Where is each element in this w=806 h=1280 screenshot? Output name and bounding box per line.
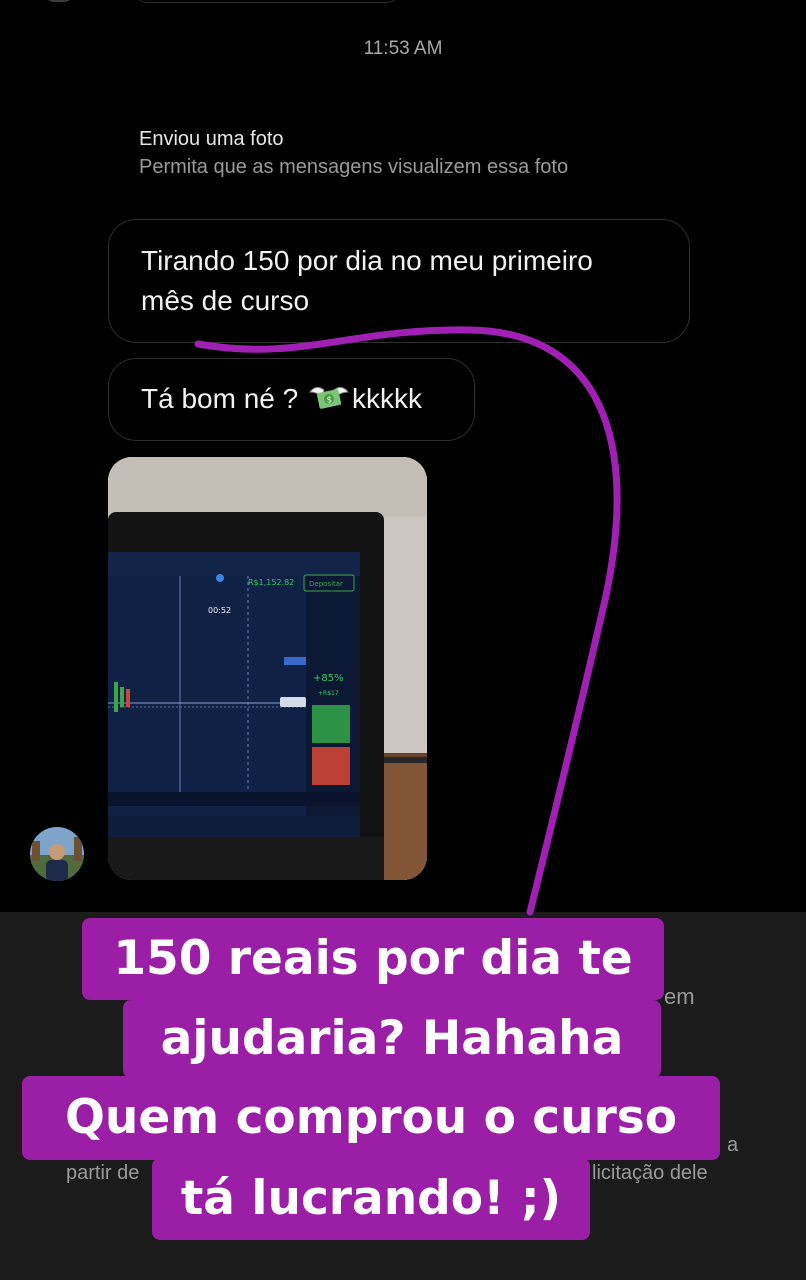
- message-text: kkkkk: [351, 383, 422, 414]
- story-caption-line: ajudaria? Hahaha: [123, 1000, 661, 1078]
- photo-notice-subtitle: Permita que as mensagens visualizem essa…: [139, 156, 569, 178]
- message-text: Tá bom né ?: [141, 383, 306, 414]
- message-text-line: mês de curso: [141, 285, 310, 316]
- story-caption-line: tá lucrando! ;): [152, 1158, 590, 1240]
- sender-avatar[interactable]: [30, 827, 84, 881]
- message-bubble[interactable]: Tirando 150 por dia no meu primeiro mês …: [108, 219, 690, 343]
- photo-permission-notice[interactable]: Enviou uma foto Permita que as mensagens…: [139, 126, 568, 182]
- photo-notice-title: Enviou uma foto: [139, 128, 284, 150]
- svg-text:$: $: [326, 396, 332, 406]
- message-text-line: Tirando 150 por dia no meu primeiro: [141, 245, 593, 276]
- message-bubble[interactable]: Tá bom né ? $ kkkkk: [108, 358, 475, 441]
- story-caption-line: Quem comprou o curso: [22, 1076, 720, 1160]
- laptop-trading-photo: R$1,152.82 Depositar 00:52 +85% +R$17: [108, 457, 427, 880]
- faded-text-fragment: licitação dele: [592, 1162, 708, 1184]
- faded-text-fragment: partir de: [66, 1162, 140, 1184]
- story-caption-line: 150 reais por dia te: [82, 918, 664, 1000]
- previous-avatar: [44, 0, 74, 2]
- message-timestamp: 11:53 AM: [363, 38, 443, 59]
- previous-message-bubble: [132, 0, 402, 3]
- faded-text-fragment: em: [664, 984, 695, 1009]
- faded-text-fragment: a: [727, 1134, 739, 1156]
- shared-photo[interactable]: R$1,152.82 Depositar 00:52 +85% +R$17: [108, 457, 427, 880]
- money-with-wings-icon: $: [308, 386, 349, 409]
